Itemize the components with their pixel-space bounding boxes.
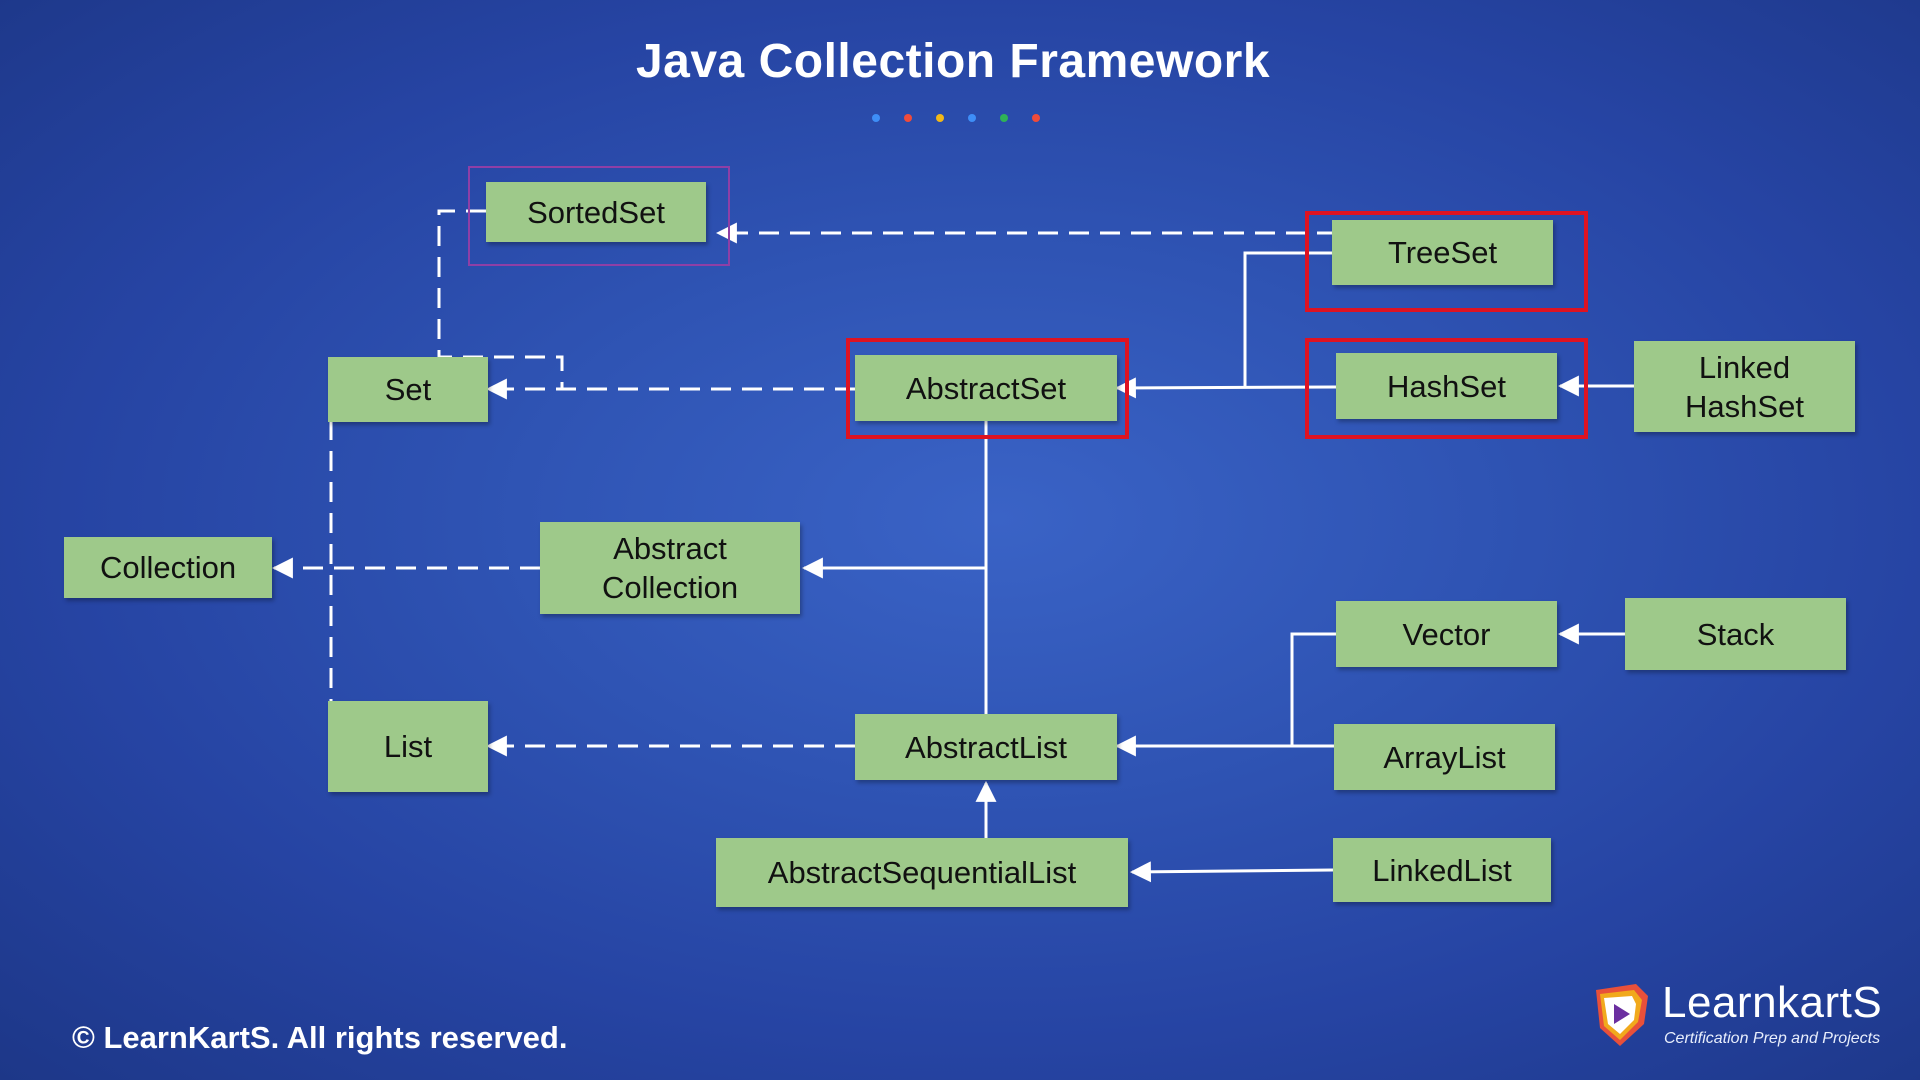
node-vector: Vector: [1336, 601, 1557, 667]
node-set: Set: [328, 357, 488, 422]
node-linkedhashset-label: Linked HashSet: [1685, 349, 1804, 424]
node-vector-label: Vector: [1402, 616, 1491, 652]
node-linkedlist: LinkedList: [1333, 838, 1551, 902]
connector-lines: [271, 209, 1634, 883]
node-collection-label: Collection: [99, 550, 237, 585]
node-abstractsequentiallist: AbstractSequentialList: [716, 838, 1128, 907]
node-list: List: [328, 701, 488, 792]
logo-brand-name: LearnkartS: [1662, 978, 1883, 1027]
shield-play-icon: [1596, 984, 1648, 1046]
node-collection: Collection: [64, 537, 272, 598]
node-abstractcollection: Abstract Collection: [540, 522, 800, 614]
node-sortedset: SortedSet: [486, 182, 706, 242]
node-abstractsequentiallist-label: AbstractSequentialList: [767, 855, 1077, 890]
node-linkedhashset: Linked HashSet: [1634, 341, 1855, 432]
node-arraylist: ArrayList: [1334, 724, 1555, 790]
node-arraylist-label: ArrayList: [1383, 739, 1506, 775]
node-abstractlist: AbstractList: [855, 714, 1117, 780]
copyright-footer: © LearnKartS. All rights reserved.: [72, 1020, 568, 1055]
learnkarts-logo: LearnkartS Certification Prep and Projec…: [1590, 978, 1900, 1052]
edge-vector-to-abstractlist: [1290, 632, 1336, 745]
node-abstractset-label: AbstractSet: [905, 370, 1067, 406]
node-hashset-label: HashSet: [1387, 368, 1506, 404]
edge-hashset-to-abstractset: [1114, 377, 1337, 399]
edge-linkedlist-to-abstractsequentiallist: [1129, 861, 1334, 883]
node-abstractcollection-label: Abstract Collection: [601, 531, 739, 605]
logo-tagline: Certification Prep and Projects: [1664, 1030, 1881, 1047]
node-linkedlist-label: LinkedList: [1372, 852, 1512, 888]
node-set-label: Set: [384, 372, 432, 407]
node-hashset: HashSet: [1336, 353, 1557, 419]
node-list-label: List: [383, 729, 433, 764]
node-abstractset: AbstractSet: [855, 355, 1117, 421]
node-stack: Stack: [1625, 598, 1846, 670]
node-sortedset-label: SortedSet: [527, 194, 665, 230]
node-stack-label: Stack: [1696, 616, 1775, 652]
node-abstractlist-label: AbstractList: [905, 729, 1067, 765]
node-treeset-label: TreeSet: [1387, 235, 1498, 270]
edge-treeset-to-sortedset: [715, 222, 1337, 244]
node-treeset: TreeSet: [1332, 220, 1553, 285]
